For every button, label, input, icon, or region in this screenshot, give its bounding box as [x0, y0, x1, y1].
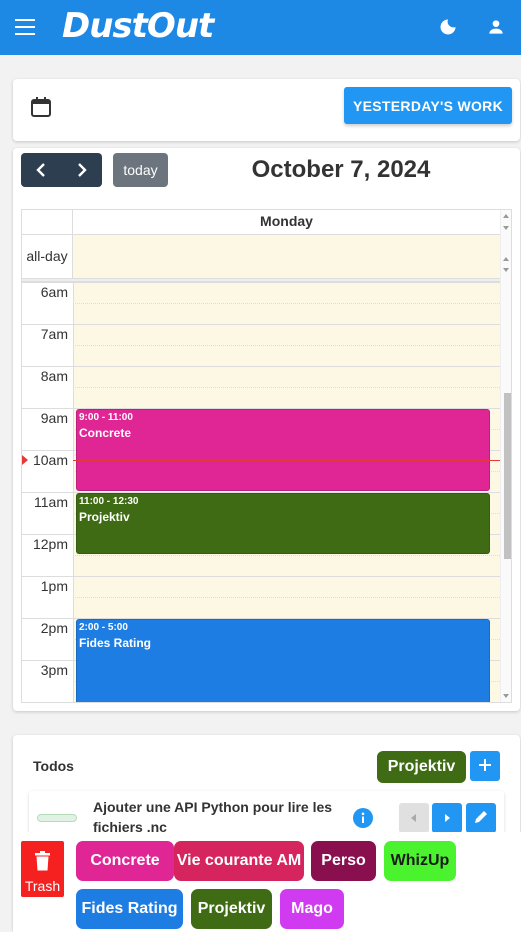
- caret-right-icon: [445, 813, 450, 822]
- scroll-down-arrow-icon[interactable]: [503, 268, 509, 272]
- app-logo[interactable]: DustOut: [62, 6, 214, 46]
- todo-item[interactable]: Ajouter une API Python pour lire les fic…: [29, 791, 504, 837]
- gutter-header: [22, 210, 73, 235]
- hour-line: [22, 282, 500, 283]
- todo-progress-pill: [37, 814, 77, 822]
- time-label-2pm: 2pm: [40, 620, 68, 636]
- category-vie-courante-am[interactable]: Vie courante AM: [174, 841, 304, 881]
- event-time: 2:00 - 5:00: [79, 622, 128, 633]
- event-title: Fides Rating: [79, 636, 152, 650]
- prev-day-button[interactable]: [21, 153, 62, 187]
- event-time: 9:00 - 11:00: [79, 412, 133, 423]
- calendar-card: today October 7, 2024 Monday all-day 6am…: [13, 148, 520, 711]
- time-label-1pm: 1pm: [40, 578, 68, 594]
- hour-line: [22, 324, 500, 325]
- half-hour-line: [73, 345, 500, 346]
- category-projektiv[interactable]: Projektiv: [191, 889, 272, 929]
- trash-icon: [35, 851, 50, 871]
- plus-icon: [479, 758, 491, 771]
- category-fides-rating[interactable]: Fides Rating: [76, 889, 183, 929]
- toolbar-card: YESTERDAY'S WORK: [13, 79, 520, 141]
- category-mago[interactable]: Mago: [280, 889, 344, 929]
- todo-next-button[interactable]: [432, 803, 462, 833]
- category-whizup[interactable]: WhizUp: [384, 841, 456, 881]
- hour-line: [22, 702, 500, 703]
- calendar-scrollbar[interactable]: [500, 210, 511, 702]
- add-todo-button[interactable]: [470, 751, 500, 781]
- half-hour-line: [73, 387, 500, 388]
- next-day-button[interactable]: [62, 153, 103, 187]
- scroll-thumb[interactable]: [504, 393, 511, 559]
- half-hour-line: [73, 555, 500, 556]
- event-title: Concrete: [79, 426, 132, 440]
- time-label-9am: 9am: [40, 410, 68, 426]
- category-bar: Trash Concrete Vie courante AM Perso Whi…: [13, 832, 521, 932]
- now-indicator-line: [73, 460, 500, 461]
- category-perso[interactable]: Perso: [311, 841, 376, 881]
- hour-line: [22, 576, 500, 577]
- calendar-event[interactable]: 9:00 - 11:00 Concrete: [76, 409, 490, 491]
- app-bar: DustOut: [0, 0, 521, 55]
- calendar-icon[interactable]: [29, 95, 53, 119]
- scroll-up-arrow-icon[interactable]: [503, 257, 509, 261]
- scroll-down-arrow-icon[interactable]: [503, 694, 509, 698]
- caret-left-icon: [411, 813, 416, 822]
- today-button[interactable]: today: [113, 153, 168, 187]
- allday-label: all-day: [22, 235, 73, 278]
- scroll-up-arrow-icon[interactable]: [503, 214, 509, 218]
- time-label-12pm: 12pm: [32, 536, 68, 552]
- pencil-icon: [475, 810, 487, 823]
- user-icon[interactable]: [486, 17, 506, 37]
- chevron-left-icon: [36, 163, 46, 177]
- moon-icon[interactable]: [438, 17, 458, 37]
- trash-button[interactable]: Trash: [21, 841, 64, 897]
- category-concrete[interactable]: Concrete: [76, 841, 174, 881]
- time-label-11am: 11am: [34, 494, 68, 510]
- todo-prev-button[interactable]: [399, 803, 429, 833]
- yesterdays-work-button[interactable]: YESTERDAY'S WORK: [344, 87, 512, 124]
- hour-line: [22, 366, 500, 367]
- chevron-right-icon: [77, 163, 87, 177]
- time-label-7am: 7am: [40, 326, 68, 342]
- todo-text: Ajouter une API Python pour lire les fic…: [93, 799, 333, 835]
- calendar-event[interactable]: 11:00 - 12:30 Projektiv: [76, 493, 490, 554]
- event-title: Projektiv: [79, 510, 130, 524]
- todos-title: Todos: [33, 758, 74, 774]
- allday-slot[interactable]: [73, 235, 500, 278]
- info-icon[interactable]: [353, 808, 373, 828]
- todo-edit-button[interactable]: [466, 803, 496, 833]
- calendar-title: October 7, 2024: [251, 156, 431, 183]
- day-header[interactable]: Monday: [73, 210, 500, 235]
- calendar-event[interactable]: 2:00 - 5:00 Fides Rating: [76, 619, 490, 702]
- scroll-down-arrow-icon[interactable]: [503, 226, 509, 230]
- time-label-3pm: 3pm: [40, 662, 68, 678]
- trash-label: Trash: [24, 878, 61, 894]
- half-hour-line: [73, 303, 500, 304]
- event-time: 11:00 - 12:30: [79, 496, 139, 507]
- time-label-6am: 6am: [40, 284, 68, 300]
- calendar-grid: Monday all-day 6am 7am 8am 9am 10am 11am…: [21, 209, 512, 703]
- project-filter-chip[interactable]: Projektiv: [377, 751, 466, 783]
- time-label-8am: 8am: [40, 368, 68, 384]
- now-indicator-arrow: [22, 455, 28, 465]
- menu-icon[interactable]: [15, 19, 35, 35]
- time-grid: 6am 7am 8am 9am 10am 11am 12pm 1pm 2pm 3…: [22, 282, 500, 703]
- calendar-nav: [21, 153, 102, 187]
- half-hour-line: [73, 597, 500, 598]
- time-label-10am: 10am: [32, 452, 68, 468]
